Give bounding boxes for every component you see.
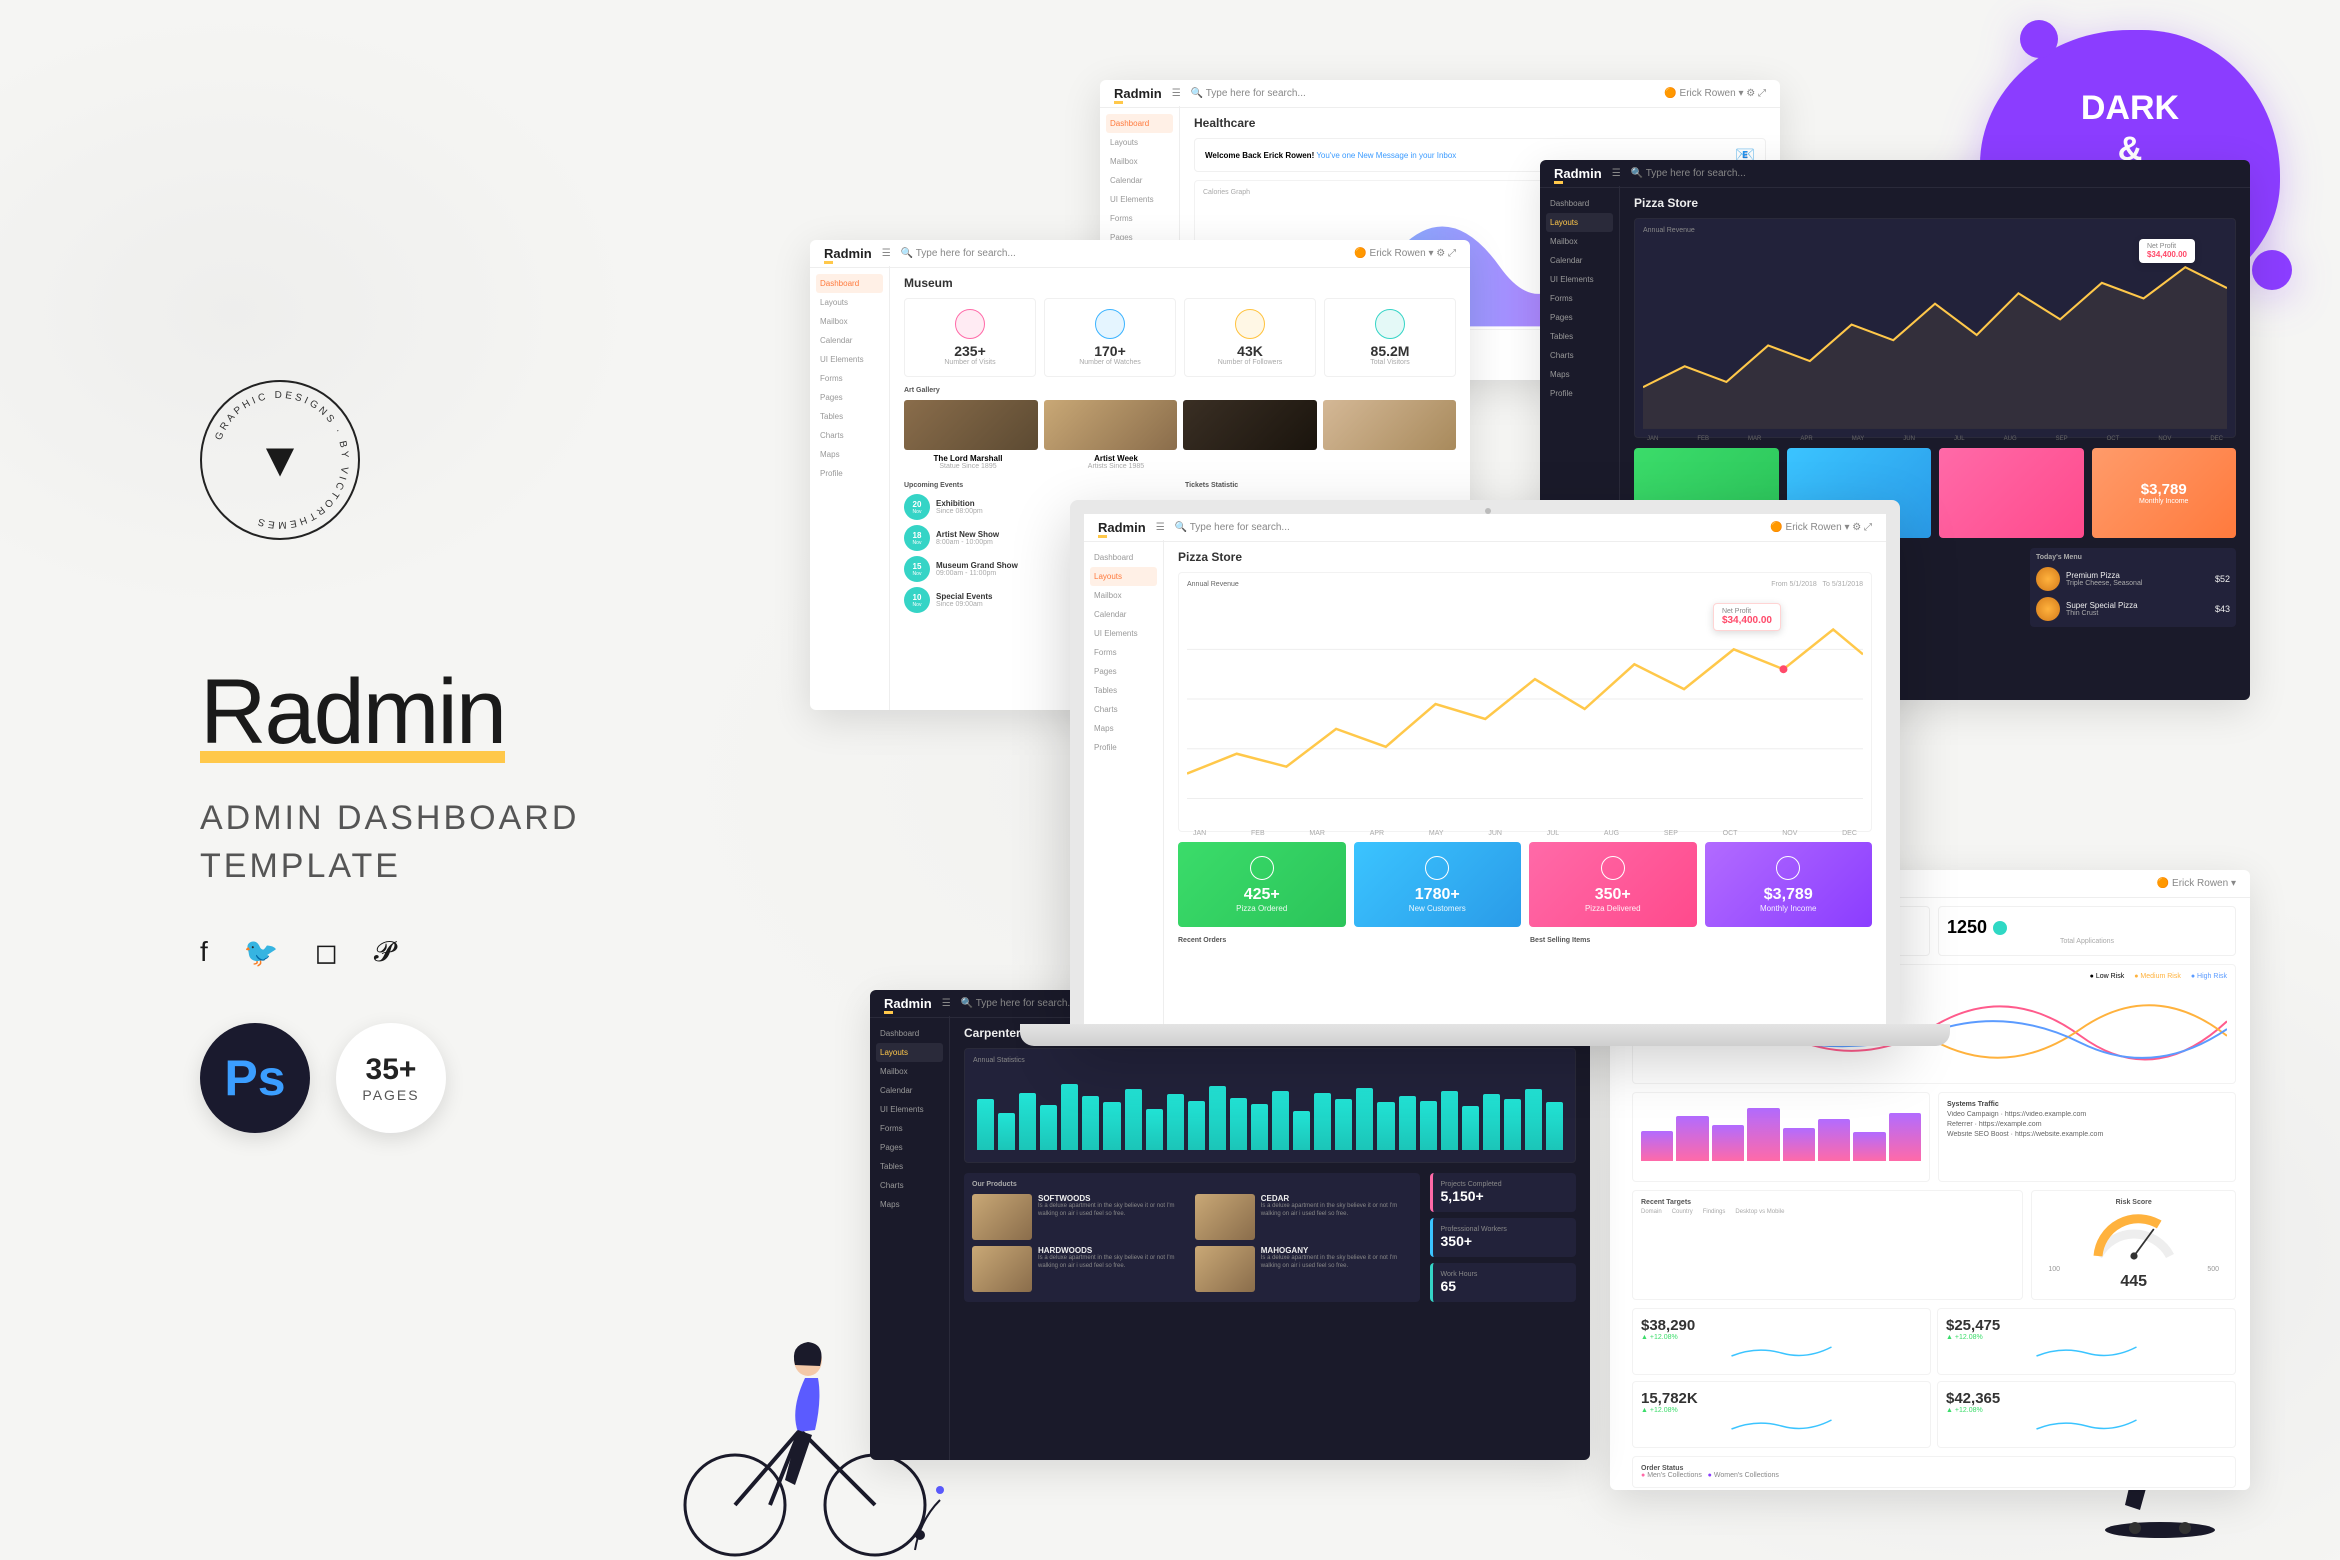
money-card: $25,475 ▲ +12.08% [1937, 1308, 2236, 1375]
product-thumb[interactable] [1195, 1194, 1255, 1240]
cta-card[interactable]: 425+Pizza Ordered [1178, 842, 1346, 927]
side-stat: Professional Workers 350+ [1430, 1218, 1577, 1257]
product-thumb[interactable] [972, 1246, 1032, 1292]
cta-card[interactable]: $3,789Monthly Income [1705, 842, 1873, 927]
art-thumb[interactable] [1044, 400, 1178, 450]
sidebar-item-dashboard[interactable]: Dashboard [1106, 114, 1173, 133]
side-stat: Projects Completed 5,150+ [1430, 1173, 1577, 1212]
svg-text:GRAPHIC DESIGNS · BY VICTORTHE: GRAPHIC DESIGNS · BY VICTORTHEMES [213, 390, 350, 530]
art-thumb[interactable] [904, 400, 1038, 450]
brand-logo: Radmin [200, 660, 720, 765]
cta-card[interactable]: 1780+New Customers [1354, 842, 1522, 927]
victor-themes-badge: GRAPHIC DESIGNS · BY VICTORTHEMES ▼ [200, 380, 360, 540]
menu-item[interactable]: Super Special PizzaThin Crust $43 [2036, 597, 2230, 621]
twitter-icon[interactable]: 🐦 [244, 936, 279, 969]
sidebar-item-calendar[interactable]: Calendar [1106, 171, 1173, 190]
instagram-icon[interactable]: ◻ [315, 936, 338, 969]
menu-item[interactable]: Premium PizzaTriple Cheese, Seasonal $52 [2036, 567, 2230, 591]
side-stat: Work Hours 65 [1430, 1263, 1577, 1302]
sidebar-item-ui[interactable]: UI Elements [1106, 190, 1173, 209]
page-title: Healthcare [1194, 116, 1766, 130]
panel-pizza-light: Radmin☰ 🔍 Type here for search... 🟠 Eric… [1084, 514, 1886, 1026]
money-card: 15,782K ▲ +12.08% [1632, 1381, 1931, 1448]
laptop-frame: Radmin☰ 🔍 Type here for search... 🟠 Eric… [1070, 500, 1900, 1040]
photoshop-badge: Ps [200, 1023, 310, 1133]
pinterest-icon[interactable]: 𝓟 [374, 936, 394, 969]
brand-subtitle: ADMIN DASHBOARD TEMPLATE [200, 795, 720, 890]
money-card: $42,365 ▲ +12.08% [1937, 1381, 2236, 1448]
sidebar-item-dashboard[interactable]: Dashboard [816, 274, 883, 293]
hero-left: GRAPHIC DESIGNS · BY VICTORTHEMES ▼ Radm… [200, 380, 720, 1133]
art-thumb[interactable] [1323, 400, 1457, 450]
stat-card: 43KNumber of Followers [1184, 298, 1316, 377]
risk-gauge [2089, 1206, 2179, 1261]
pages-count-badge: 35+ PAGES [336, 1023, 446, 1133]
sidebar-item-forms[interactable]: Forms [1106, 209, 1173, 228]
search-input[interactable]: 🔍 Type here for search... [1631, 168, 1746, 179]
sidebar-item-mailbox[interactable]: Mailbox [1106, 152, 1173, 171]
search-input[interactable]: 🔍 Type here for search... [1191, 88, 1306, 99]
revenue-chart-dark [1643, 234, 2227, 436]
panel-carpenter: Radmin☰🔍 Type here for search... Dashboa… [870, 990, 1590, 1460]
art-thumb[interactable] [1183, 400, 1317, 450]
radmin-logo: Radmin [1114, 86, 1162, 101]
search-input[interactable]: 🔍 Type here for search... [1175, 522, 1290, 533]
sidebar-item-layouts[interactable]: Layouts [1106, 133, 1173, 152]
product-thumb[interactable] [972, 1194, 1032, 1240]
inbox-link[interactable]: You've one New Message in your Inbox [1316, 151, 1456, 160]
stat-card: 85.2MTotal Visitors [1324, 298, 1456, 377]
stat-card: 235+Number of Visits [904, 298, 1036, 377]
product-thumb[interactable] [1195, 1246, 1255, 1292]
laptop-base [1020, 1024, 1950, 1046]
cta-card[interactable]: 350+Pizza Delivered [1529, 842, 1697, 927]
search-input[interactable]: 🔍 Type here for search... [901, 248, 1016, 259]
stat-card: 170+Number of Watches [1044, 298, 1176, 377]
social-row: f 🐦 ◻ 𝓟 [200, 936, 720, 969]
money-card: $38,290 ▲ +12.08% [1632, 1308, 1931, 1375]
facebook-icon[interactable]: f [200, 936, 208, 969]
